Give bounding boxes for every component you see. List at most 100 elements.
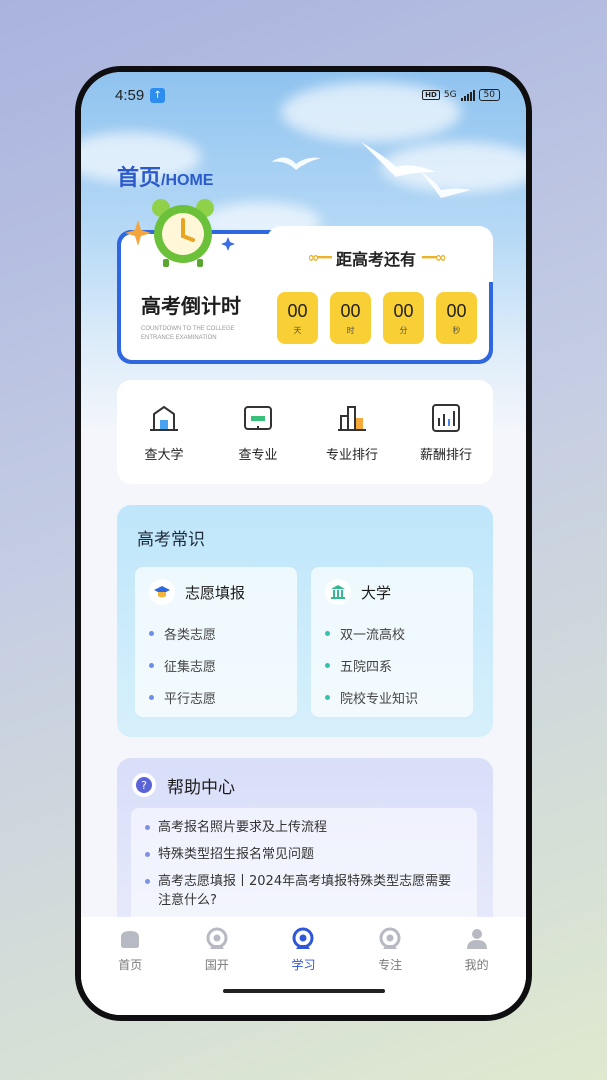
bullet-dot: [149, 662, 154, 668]
help-item-label: 高考报名照片要求及上传流程: [158, 820, 328, 835]
ribbon-left-icon: ∞━━: [307, 250, 331, 266]
countdown-heading-text: 距高考还有: [335, 250, 416, 269]
help-item[interactable]: 特殊类型招生报名常见问题: [145, 841, 463, 868]
tab-guokai[interactable]: 国开: [182, 927, 252, 973]
book-icon: [244, 405, 272, 430]
ribbon-right-icon: ━━∞: [422, 250, 446, 266]
tab-label: 学习: [291, 958, 316, 972]
knowledge-card-header: 大学: [325, 579, 459, 605]
tab-focus[interactable]: 专注: [355, 927, 425, 973]
bullet-dot: [145, 852, 150, 857]
countdown-minutes: 00 分: [383, 292, 424, 344]
countdown-seconds-unit: 秒: [452, 325, 461, 335]
camera-icon: [206, 927, 228, 949]
help-item-label: 特殊类型招生报名常见问题: [158, 847, 315, 862]
tab-study[interactable]: 学习: [268, 927, 338, 973]
knowledge-card-university[interactable]: 大学 双一流高校 五院四系 院校专业知识: [311, 567, 473, 717]
home-icon: [121, 931, 140, 948]
countdown-boxes: 00 天 00 时 00 分 00 秒: [277, 292, 477, 344]
tab-label: 国开: [204, 958, 229, 972]
bullet-dot: [325, 630, 330, 636]
knowledge-item[interactable]: 院校专业知识: [325, 681, 459, 713]
help-title: 帮助中心: [167, 777, 235, 798]
quick-link-label: 查专业: [238, 447, 278, 463]
bullet-dot: [325, 662, 330, 668]
countdown-label: 高考倒计时 COUNTDOWN TO THE COLLEGE ENTRANCE …: [139, 290, 265, 343]
quick-links: 查大学 查专业 专业排行 薪酬排行: [117, 380, 493, 484]
quick-link-major-ranking[interactable]: 专业排行: [312, 402, 392, 463]
birds-illustration: [271, 142, 471, 198]
tab-label: 首页: [118, 958, 143, 972]
knowledge-card-application[interactable]: 志愿填报 各类志愿 征集志愿 平行志愿: [135, 567, 297, 717]
status-icons: HD 5G 50: [422, 89, 500, 101]
countdown-minutes-value: 00: [393, 300, 414, 321]
salary-chart-icon: [432, 403, 460, 432]
countdown-seconds-value: 00: [446, 300, 467, 321]
phone-frame: 4:59 ↑ HD 5G 50 首页 /HOME ∞━━ 距高考还有 ━━∞ 高…: [75, 66, 532, 1021]
tab-home[interactable]: 首页: [95, 927, 165, 973]
knowledge-item[interactable]: 平行志愿: [149, 681, 283, 713]
help-item[interactable]: 高考报名照片要求及上传流程: [145, 814, 463, 841]
knowledge-item[interactable]: 双一流高校: [325, 617, 459, 649]
knowledge-item-label: 各类志愿: [164, 627, 217, 643]
countdown-seconds: 00 秒: [436, 292, 477, 344]
hd-icon: HD: [422, 90, 440, 100]
camera-icon: [379, 927, 401, 949]
university-icon: [150, 405, 178, 431]
countdown-hours-unit: 时: [346, 325, 355, 335]
page-title-zh: 首页: [117, 166, 162, 191]
knowledge-item[interactable]: 各类志愿: [149, 617, 283, 649]
bullet-dot: [149, 630, 154, 636]
knowledge-card-header: 志愿填报: [149, 579, 283, 605]
help-item[interactable]: 高考志愿填报丨2024年高考填报特殊类型志愿需要注意什么?: [145, 868, 463, 914]
bar-chart-icon: [338, 405, 366, 431]
bullet-dot: [145, 879, 150, 884]
bullet-dot: [145, 825, 150, 830]
countdown-label-en: COUNTDOWN TO THE COLLEGE ENTRANCE EXAMIN…: [141, 326, 235, 341]
alarm-clock-icon: [152, 199, 214, 267]
page-title-en: /HOME: [161, 172, 214, 189]
countdown-label-text: 高考倒计时: [139, 290, 265, 319]
network-type: 5G: [443, 90, 457, 100]
graduation-cap-icon: [149, 579, 175, 605]
tab-label: 专注: [378, 958, 403, 972]
knowledge-item-label: 征集志愿: [164, 659, 217, 675]
knowledge-item-label: 平行志愿: [164, 691, 217, 707]
knowledge-section: 高考常识 志愿填报 各类志愿 征集志愿 平行志愿 大学 双一流高校 五院四系 院…: [117, 505, 493, 737]
question-icon: ?: [132, 773, 156, 797]
tab-bar: 首页 国开 学习 专注 我的: [81, 917, 526, 1015]
signal-icon: [460, 89, 475, 101]
status-time: 4:59: [115, 86, 145, 104]
quick-link-salary-ranking[interactable]: 薪酬排行: [406, 402, 486, 463]
countdown-minutes-unit: 分: [399, 325, 408, 335]
knowledge-card-title: 大学: [361, 583, 392, 602]
upload-icon: ↑: [150, 87, 166, 103]
quick-link-label: 查大学: [144, 447, 184, 463]
sparkle-small-icon: [221, 237, 235, 251]
user-icon: [466, 929, 487, 949]
tab-label: 我的: [464, 958, 489, 972]
knowledge-title: 高考常识: [137, 530, 205, 550]
camera-icon: [292, 927, 314, 949]
knowledge-item-label: 五院四系: [340, 659, 393, 675]
quick-link-label: 专业排行: [325, 447, 378, 463]
knowledge-card-title: 志愿填报: [185, 583, 246, 602]
quick-link-major[interactable]: 查专业: [218, 402, 298, 463]
knowledge-item[interactable]: 五院四系: [325, 649, 459, 681]
help-header: ? 帮助中心: [131, 772, 235, 798]
quick-link-label: 薪酬排行: [419, 447, 472, 463]
page-title: 首页 /HOME: [117, 160, 213, 192]
countdown-days: 00 天: [277, 292, 318, 344]
status-bar: 4:59 ↑ HD 5G 50: [81, 72, 526, 118]
help-item-label: 高考志愿填报丨2024年高考填报特殊类型志愿需要注意什么?: [158, 874, 452, 908]
home-indicator[interactable]: [223, 989, 385, 993]
institution-icon: [325, 579, 351, 605]
svg-text:?: ?: [141, 779, 147, 792]
quick-link-university[interactable]: 查大学: [124, 402, 204, 463]
tab-mine[interactable]: 我的: [442, 927, 512, 973]
bullet-dot: [149, 694, 154, 700]
bullet-dot: [325, 694, 330, 700]
countdown-heading: ∞━━ 距高考还有 ━━∞: [263, 238, 489, 278]
screen: 4:59 ↑ HD 5G 50 首页 /HOME ∞━━ 距高考还有 ━━∞ 高…: [81, 72, 526, 1015]
knowledge-item[interactable]: 征集志愿: [149, 649, 283, 681]
